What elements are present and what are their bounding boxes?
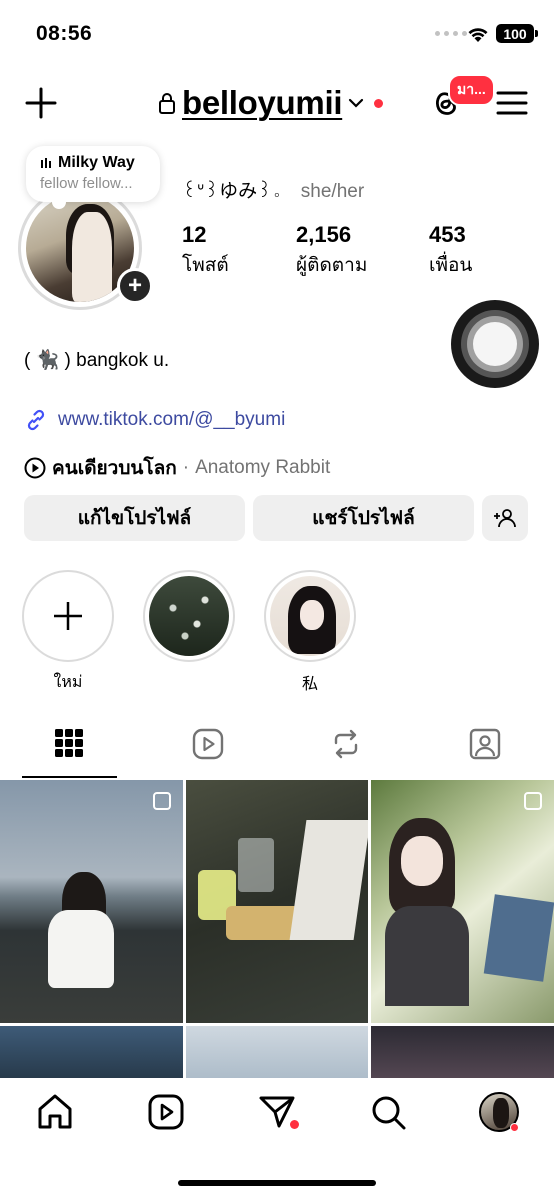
grid-icon — [55, 729, 84, 757]
menu-icon[interactable] — [496, 89, 528, 117]
bio-text: ( 🐈‍⬛ ) bangkok u. — [24, 350, 170, 371]
stat-friends-label: เพื่อน — [429, 255, 473, 276]
highlight-flowers-ring — [143, 570, 235, 662]
chevron-down-icon — [349, 98, 364, 108]
home-indicator[interactable] — [178, 1180, 376, 1186]
add-person-button[interactable] — [482, 495, 528, 541]
tagged-icon — [469, 728, 500, 760]
threads-notification-badge: มา... — [448, 74, 495, 106]
display-name: ꒰ᐡ꒱ゆみ꒱。 — [182, 181, 287, 202]
highlight-me-ring — [264, 570, 356, 662]
stat-followers[interactable]: 2,156 ผู้ติดตาม — [296, 222, 429, 280]
highlight-new-label: ใหม่ — [53, 674, 83, 691]
assistive-touch-button[interactable] — [451, 300, 539, 388]
highlight-me[interactable]: 私 — [264, 570, 356, 694]
add-story-icon[interactable]: + — [117, 268, 153, 304]
status-time: 08:56 — [36, 22, 93, 45]
post-tile[interactable] — [0, 1026, 183, 1080]
profile-link-text: www.tiktok.com/@__byumi — [58, 409, 286, 430]
highlight-flowers-image — [149, 576, 229, 656]
account-switcher[interactable]: belloyumii — [158, 84, 384, 122]
search-icon[interactable] — [368, 1092, 408, 1132]
tab-tagged[interactable] — [416, 716, 554, 778]
highlight-new-ring — [22, 570, 114, 662]
profile-music[interactable]: คนเดียวบนโลก · Anatomy Rabbit — [24, 453, 330, 483]
add-person-icon — [494, 509, 516, 528]
bottom-nav — [0, 1078, 554, 1200]
battery-indicator: 100 — [496, 24, 538, 43]
wifi-icon — [468, 28, 488, 42]
highlight-flowers[interactable] — [143, 570, 235, 670]
stat-friends-value: 453 — [429, 222, 466, 247]
stat-followers-label: ผู้ติดตาม — [296, 255, 368, 276]
highlight-me-image — [270, 576, 350, 656]
send-unread-dot — [290, 1120, 299, 1129]
edit-profile-button[interactable]: แก้ไขโปรไฟล์ — [24, 495, 245, 541]
note-title: Milky Way — [58, 154, 135, 171]
stat-posts[interactable]: 12 โพสต์ — [182, 222, 296, 280]
unread-dot — [374, 98, 384, 108]
share-profile-button[interactable]: แชร์โปรไฟล์ — [253, 495, 474, 541]
signal-icon — [435, 31, 467, 36]
profile-tabs — [0, 716, 554, 778]
link-icon — [27, 409, 45, 431]
profile-link[interactable]: www.tiktok.com/@__byumi — [24, 408, 285, 432]
reposts-icon — [335, 729, 358, 759]
note-bubble[interactable]: Milky Way fellow fellow... — [26, 146, 160, 209]
profile-unread-dot — [510, 1123, 519, 1132]
music-artist: Anatomy Rabbit — [195, 457, 331, 478]
multi-photo-icon — [524, 792, 542, 810]
stat-posts-label: โพสต์ — [182, 255, 229, 276]
post-tile[interactable] — [0, 780, 183, 1023]
username: belloyumii — [182, 84, 343, 121]
music-separator: · — [182, 457, 190, 478]
stat-followers-value: 2,156 — [296, 222, 352, 247]
profile-stats: 12 โพสต์ 2,156 ผู้ติดตาม 453 เพื่อน — [182, 222, 519, 280]
stat-friends[interactable]: 453 เพื่อน — [429, 222, 519, 280]
post-tile[interactable] — [186, 780, 368, 1023]
reels-nav-icon[interactable] — [146, 1092, 186, 1132]
post-grid — [0, 780, 554, 1080]
tab-reels[interactable] — [139, 716, 278, 778]
profile-header: belloyumii มา... — [0, 72, 554, 134]
home-icon[interactable] — [35, 1092, 75, 1132]
tab-reposts[interactable] — [277, 716, 416, 778]
multi-photo-icon — [153, 792, 171, 810]
status-bar: 08:56 100 — [0, 0, 554, 64]
lock-icon — [159, 93, 175, 114]
create-plus-icon[interactable] — [24, 86, 58, 120]
post-tile[interactable] — [371, 1026, 554, 1080]
music-bars-icon — [41, 158, 51, 168]
music-song: คนเดียวบนโลก — [52, 458, 177, 479]
highlight-me-label: 私 — [301, 676, 318, 693]
note-subtitle: fellow fellow... — [40, 175, 133, 192]
play-circle-icon — [24, 457, 46, 479]
name-line: ꒰ᐡ꒱ゆみ꒱。 she/her — [182, 176, 364, 203]
plus-icon — [54, 602, 82, 630]
tab-grid[interactable] — [0, 716, 139, 778]
post-tile[interactable] — [371, 780, 554, 1023]
post-tile[interactable] — [186, 1026, 368, 1080]
profile-actions: แก้ไขโปรไฟล์ แชร์โปรไฟล์ — [24, 495, 528, 541]
stat-posts-value: 12 — [182, 222, 207, 247]
highlight-new[interactable]: ใหม่ — [22, 570, 114, 695]
pronouns: she/her — [300, 181, 365, 202]
reels-icon — [192, 728, 223, 760]
